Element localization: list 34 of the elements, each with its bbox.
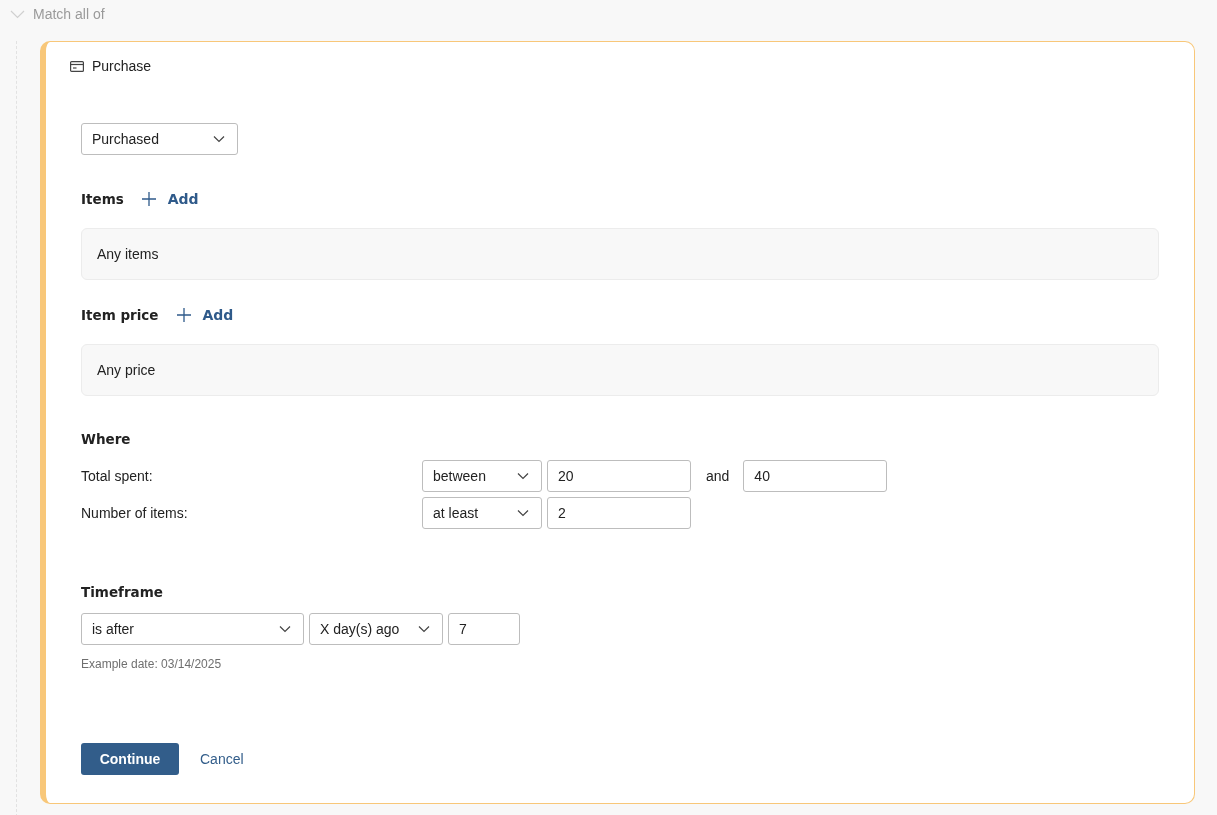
- continue-button[interactable]: Continue: [81, 743, 179, 775]
- section-title: Timeframe: [81, 584, 164, 600]
- plus-icon: [141, 192, 156, 206]
- card-title: Purchase: [92, 58, 152, 74]
- value-field[interactable]: 20: [547, 460, 691, 492]
- section-label: Items: [81, 191, 124, 207]
- joiner-label: and: [706, 468, 730, 484]
- chevron-down-icon: [517, 472, 529, 480]
- operator-dropdown[interactable]: at least: [422, 497, 542, 529]
- add-link[interactable]: Add: [141, 191, 199, 207]
- condition-label: Number of items:: [81, 505, 189, 521]
- chevron-down-icon: [418, 625, 430, 633]
- value-field[interactable]: 40: [743, 460, 888, 492]
- operator-dropdown[interactable]: is after: [81, 613, 304, 645]
- chevron-down-icon: [517, 509, 529, 517]
- add-link[interactable]: Add: [176, 307, 234, 323]
- value-field[interactable]: 2: [547, 497, 691, 529]
- summary-panel: Any price: [81, 344, 1159, 396]
- chevron-down-icon: [279, 625, 291, 633]
- condition-label: Total spent:: [81, 468, 154, 484]
- purchase-type-dropdown[interactable]: Purchased: [81, 123, 238, 155]
- operator-dropdown[interactable]: between: [422, 460, 542, 492]
- card-icon: [70, 60, 84, 72]
- chevron-down-icon: [213, 135, 225, 143]
- chevron-down-icon[interactable]: [10, 9, 25, 19]
- plus-icon: [176, 308, 191, 322]
- example-date-hint: Example date: 03/14/2025: [81, 656, 223, 672]
- section-label: Item price: [81, 307, 159, 323]
- value-field[interactable]: 7: [448, 613, 520, 645]
- group-label: Match all of: [33, 6, 105, 22]
- unit-dropdown[interactable]: X day(s) ago: [309, 613, 443, 645]
- cancel-link[interactable]: Cancel: [200, 751, 244, 767]
- section-title: Where: [81, 431, 132, 447]
- summary-panel: Any items: [81, 228, 1159, 280]
